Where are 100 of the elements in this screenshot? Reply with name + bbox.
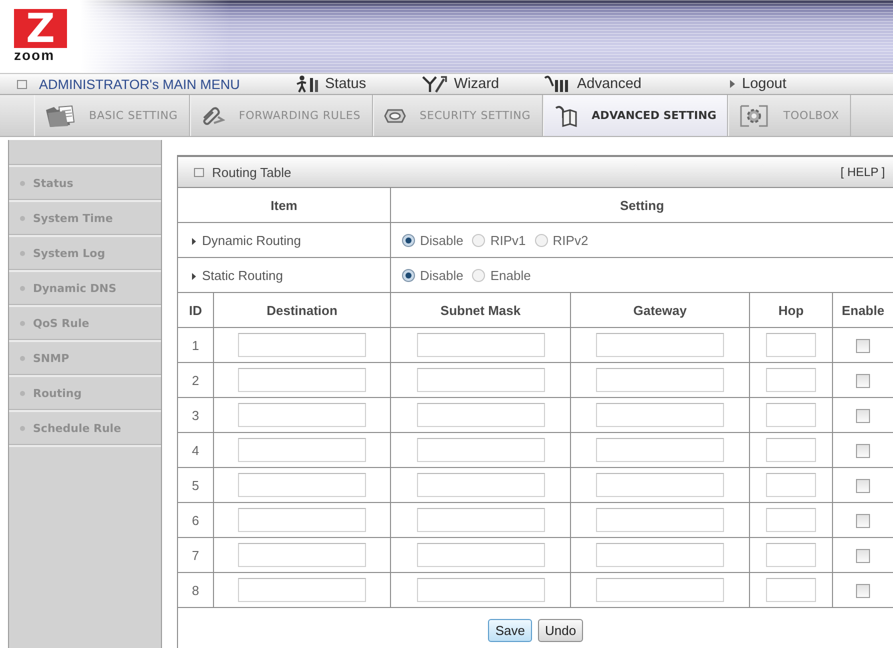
destination-field[interactable]	[238, 438, 366, 462]
bullet-icon	[20, 320, 25, 326]
sidebar-item[interactable]: Dynamic DNS	[9, 270, 161, 305]
destination-field[interactable]	[238, 333, 366, 357]
gateway-field[interactable]	[596, 578, 724, 602]
gear-icon	[739, 104, 770, 128]
hop-field[interactable]	[766, 508, 816, 532]
radio-button[interactable]	[472, 234, 486, 248]
sidebar-item[interactable]: Routing	[9, 375, 161, 410]
checkbox[interactable]	[856, 584, 870, 598]
id-cell: 4	[178, 432, 214, 468]
checkbox[interactable]	[856, 408, 870, 423]
setting-label: Static Routing	[202, 268, 283, 282]
checkbox[interactable]	[856, 478, 870, 493]
column-header: ID	[178, 292, 214, 328]
hop-field[interactable]	[766, 438, 816, 462]
subnet-mask-field[interactable]	[416, 438, 545, 462]
subnet-mask-field[interactable]	[416, 543, 545, 567]
tab[interactable]: FORWARDING RULES	[190, 95, 373, 136]
panel-title: Routing Table	[212, 164, 292, 180]
radio-button[interactable]	[472, 269, 486, 282]
id-cell: 2	[178, 362, 214, 398]
hop-field[interactable]	[766, 403, 816, 427]
gateway-field[interactable]	[596, 508, 724, 532]
checkbox[interactable]	[856, 548, 870, 563]
subnet-mask-field[interactable]	[416, 403, 545, 427]
caret-icon	[192, 272, 196, 280]
folder-icon	[45, 104, 75, 128]
subnet-mask-field[interactable]	[416, 508, 545, 532]
sidebar-item[interactable]: System Log	[9, 235, 161, 270]
sidebar-item[interactable]: SNMP	[9, 340, 161, 375]
destination-field[interactable]	[238, 403, 366, 427]
sidebar-item[interactable]: Status	[9, 165, 161, 200]
setting-label: Dynamic Routing	[202, 232, 301, 248]
book-icon	[554, 104, 578, 126]
checkbox[interactable]	[856, 338, 870, 353]
destination-field[interactable]	[238, 508, 366, 532]
person-icon	[296, 75, 318, 93]
square-icon	[17, 80, 27, 88]
radio-button[interactable]	[534, 234, 548, 248]
tab[interactable]: TOOLBOX	[728, 95, 852, 136]
hop-field[interactable]	[766, 368, 816, 392]
id-cell: 7	[178, 538, 214, 572]
checkbox[interactable]	[856, 374, 870, 388]
checkbox[interactable]	[856, 514, 870, 528]
column-header: Hop	[750, 292, 833, 328]
radio-label: Enable	[490, 268, 531, 284]
bullet-icon	[20, 286, 25, 290]
save-button[interactable]: Save	[488, 619, 532, 642]
menu-title: ADMINISTRATOR's MAIN MENU	[39, 76, 240, 92]
gateway-field[interactable]	[596, 438, 724, 462]
sidebar-item[interactable]: Schedule Rule	[9, 410, 161, 445]
gateway-field[interactable]	[596, 473, 724, 497]
logo: Z zoom	[14, 9, 67, 62]
radio-button[interactable]	[402, 269, 416, 282]
gateway-field[interactable]	[596, 368, 724, 392]
bullet-icon	[20, 356, 25, 360]
menu-link[interactable]: Logout	[730, 76, 786, 92]
id-cell: 1	[178, 328, 214, 362]
gateway-field[interactable]	[596, 333, 724, 357]
tools-icon	[421, 75, 447, 93]
subnet-mask-field[interactable]	[416, 473, 545, 497]
tab[interactable]: BASIC SETTING	[34, 95, 190, 136]
radio-label: RIPv2	[552, 233, 588, 248]
menu-link[interactable]: Advanced	[544, 75, 642, 93]
nut-icon	[384, 108, 406, 124]
bullet-icon	[20, 216, 25, 220]
tab[interactable]: ADVANCED SETTING	[542, 95, 728, 136]
square-icon	[194, 168, 204, 176]
radio-button[interactable]	[402, 234, 416, 248]
bullet-icon	[20, 180, 25, 186]
hop-field[interactable]	[766, 578, 816, 602]
destination-field[interactable]	[238, 543, 366, 567]
caret-icon	[192, 238, 196, 245]
subnet-mask-field[interactable]	[416, 368, 545, 392]
bullet-icon	[20, 426, 25, 430]
radio-label: Disable	[420, 268, 464, 284]
subnet-mask-field[interactable]	[416, 333, 545, 357]
bullet-icon	[20, 390, 25, 396]
caret-icon	[730, 80, 735, 88]
sidebar-item[interactable]: System Time	[9, 200, 161, 235]
menu-link[interactable]: Status	[296, 75, 366, 93]
sidebar-item[interactable]: QoS Rule	[9, 305, 161, 340]
subnet-mask-field[interactable]	[416, 578, 545, 602]
hop-field[interactable]	[766, 543, 816, 567]
checkbox[interactable]	[856, 444, 870, 458]
hop-field[interactable]	[766, 473, 816, 497]
column-header: Setting	[390, 188, 893, 222]
gateway-field[interactable]	[596, 543, 724, 567]
destination-field[interactable]	[238, 368, 366, 392]
undo-button[interactable]: Undo	[538, 619, 584, 642]
id-cell: 6	[178, 502, 214, 538]
hop-field[interactable]	[766, 333, 816, 357]
gateway-field[interactable]	[596, 403, 724, 427]
destination-field[interactable]	[238, 473, 366, 497]
column-header: Item	[178, 188, 391, 222]
tab[interactable]: SECURITY SETTING	[372, 95, 543, 136]
menu-link[interactable]: Wizard	[421, 75, 500, 93]
destination-field[interactable]	[238, 578, 366, 602]
help-link[interactable]: [ HELP ]	[840, 165, 885, 179]
